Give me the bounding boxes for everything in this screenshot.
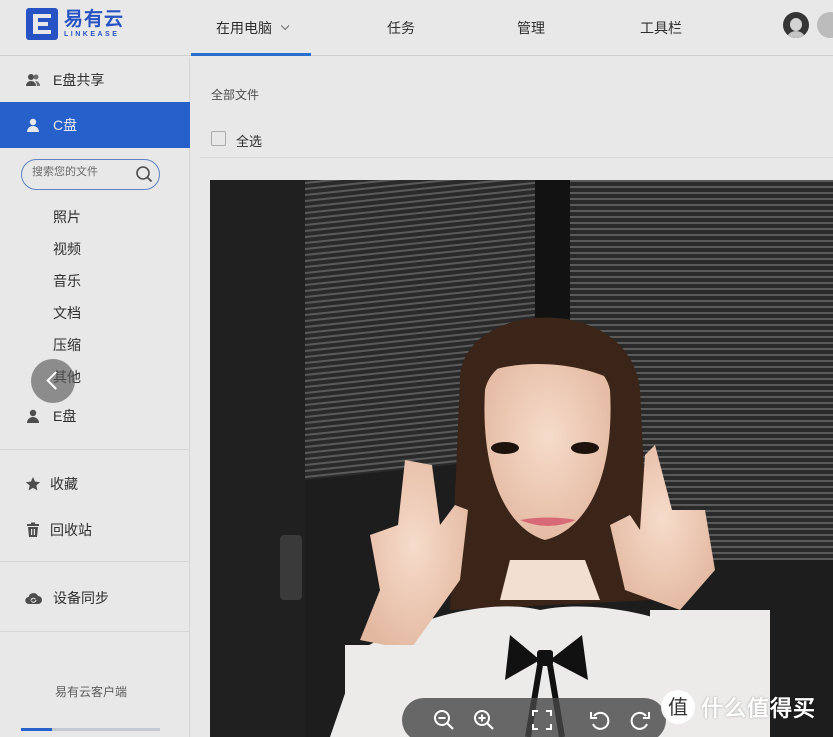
tab-toolbar-label: 工具栏	[640, 20, 682, 36]
sidebar-item-favorites[interactable]: 收藏	[0, 461, 190, 507]
watermark-text: 什么值得买	[701, 696, 817, 721]
sidebar-item-label: E盘共享	[53, 72, 105, 88]
sidebar: E盘共享 C盘 照片 视频 音乐 文档 压缩 其他 E盘 收藏	[0, 57, 190, 737]
logo-title: 易有云	[64, 8, 125, 30]
rotate-left-icon[interactable]	[588, 708, 612, 732]
user-avatar[interactable]	[783, 12, 809, 38]
breadcrumb[interactable]: 全部文件	[211, 86, 259, 103]
sidebar-item-e-drive[interactable]: E盘	[0, 393, 190, 439]
users-icon	[26, 74, 40, 86]
tab-current-computer-label: 在用电脑	[216, 20, 272, 36]
sidebar-item-c-drive[interactable]: C盘	[0, 102, 190, 148]
fullscreen-icon[interactable]	[530, 708, 554, 732]
tab-manage-label: 管理	[517, 20, 545, 36]
logo-subtitle: LINKEASE	[64, 30, 120, 38]
logo-mark-icon	[26, 8, 58, 40]
image-viewer-toolbar	[402, 698, 666, 737]
sidebar-category-videos[interactable]: 视频	[53, 239, 81, 259]
user-icon	[27, 409, 39, 423]
sidebar-category-music[interactable]: 音乐	[53, 271, 81, 291]
sidebar-category-archives[interactable]: 压缩	[53, 335, 81, 355]
chevron-down-icon	[280, 21, 290, 31]
sidebar-item-recycle-bin[interactable]: 回收站	[0, 507, 190, 553]
rotate-right-icon[interactable]	[628, 708, 652, 732]
tab-tasks-label: 任务	[387, 20, 415, 36]
search-icon[interactable]	[135, 165, 153, 183]
tab-tasks[interactable]: 任务	[351, 0, 451, 56]
secondary-avatar[interactable]	[817, 12, 833, 38]
preview-photo	[210, 180, 833, 737]
previous-image-button[interactable]	[31, 359, 75, 403]
sidebar-divider	[0, 561, 190, 562]
zoom-in-icon[interactable]	[472, 708, 496, 732]
watermark-logo-icon: 值	[661, 690, 695, 724]
trash-icon	[27, 522, 39, 537]
select-all-checkbox[interactable]	[211, 131, 226, 146]
cloud-sync-icon	[25, 593, 42, 605]
sidebar-item-label: 收藏	[50, 476, 78, 492]
tab-toolbar[interactable]: 工具栏	[611, 0, 711, 56]
star-icon	[25, 477, 41, 491]
sidebar-item-label: E盘	[53, 408, 77, 424]
app-logo[interactable]: 易有云 LINKEASE	[26, 8, 124, 40]
select-all-label[interactable]: 全选	[236, 131, 262, 150]
search-box[interactable]	[21, 159, 160, 190]
svg-text:值: 值	[668, 695, 688, 719]
user-icon	[27, 118, 39, 132]
sidebar-item-device-sync[interactable]: 设备同步	[0, 575, 190, 621]
sidebar-item-label: 回收站	[50, 522, 92, 538]
zoom-out-icon[interactable]	[432, 708, 456, 732]
sidebar-category-photos[interactable]: 照片	[53, 207, 81, 227]
tab-manage[interactable]: 管理	[481, 0, 581, 56]
storage-progress-bar	[21, 728, 160, 731]
search-input[interactable]	[32, 166, 132, 178]
top-header: 易有云 LINKEASE 在用电脑 任务 管理 工具栏	[0, 0, 833, 56]
sidebar-divider	[0, 449, 190, 450]
sidebar-item-label: 设备同步	[53, 590, 109, 606]
sidebar-item-label: C盘	[53, 117, 78, 133]
client-download-label[interactable]: 易有云客户端	[55, 683, 127, 700]
sidebar-divider	[0, 631, 190, 632]
watermark: 值 什么值得买	[661, 690, 816, 724]
toolbar-divider	[200, 157, 833, 158]
sidebar-item-e-share[interactable]: E盘共享	[0, 57, 190, 103]
storage-progress-fill	[21, 728, 52, 731]
sidebar-category-documents[interactable]: 文档	[53, 303, 81, 323]
image-preview	[210, 180, 833, 737]
tab-current-computer[interactable]: 在用电脑	[191, 0, 311, 56]
